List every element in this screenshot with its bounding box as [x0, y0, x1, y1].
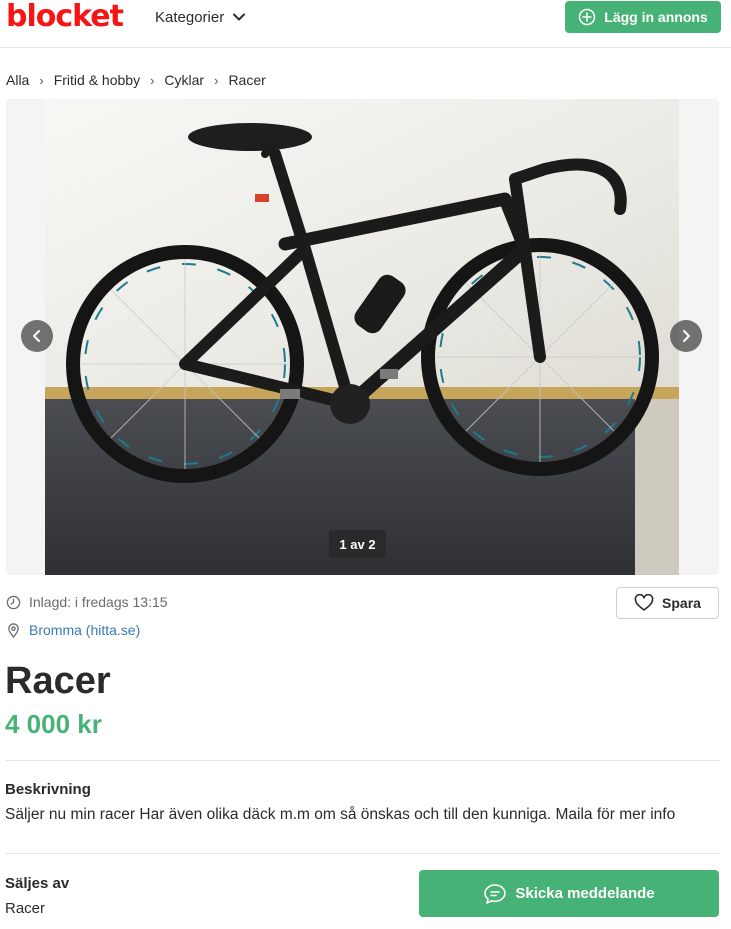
location-pin-icon — [8, 622, 19, 638]
location: Bromma (hitta.se) — [6, 622, 140, 638]
categories-label: Kategorier — [155, 8, 225, 26]
breadcrumb-item-cyklar[interactable]: Cyklar — [164, 72, 204, 88]
seller-heading: Säljes av — [5, 875, 70, 892]
save-label: Spara — [662, 595, 701, 611]
divider — [6, 760, 719, 761]
heart-icon — [634, 594, 654, 611]
chevron-right-icon: › — [214, 72, 219, 88]
previous-image-button[interactable] — [21, 320, 53, 352]
divider — [6, 853, 719, 854]
breadcrumb-item-racer[interactable]: Racer — [228, 72, 265, 88]
save-button[interactable]: Spara — [616, 587, 719, 619]
ad-price: 4 000 kr — [5, 709, 102, 739]
location-link[interactable]: Bromma (hitta.se) — [29, 622, 140, 638]
post-ad-label: Lägg in annons — [604, 9, 708, 25]
clock-icon — [6, 595, 21, 609]
chevron-right-icon: › — [150, 72, 155, 88]
breadcrumb-item-fritid-hobby[interactable]: Fritid & hobby — [54, 72, 140, 88]
seller-name: Racer — [5, 900, 46, 917]
top-header: blocket Kategorier Lägg in annons — [0, 0, 731, 48]
chevron-right-icon — [683, 330, 690, 342]
posted-date: Inlagd: i fredags 13:15 — [6, 594, 168, 610]
description-text: Säljer nu min racer Har även olika däck … — [5, 806, 676, 823]
blocket-logo[interactable]: blocket — [6, 0, 124, 34]
image-counter: 1 av 2 — [329, 530, 386, 558]
chevron-down-icon — [233, 13, 246, 21]
image-gallery: 1 av 2 — [6, 99, 719, 575]
send-message-label: Skicka meddelande — [515, 885, 655, 902]
description-heading: Beskrivning — [5, 781, 91, 798]
chevron-right-icon: › — [39, 72, 44, 88]
breadcrumb: Alla › Fritid & hobby › Cyklar › Racer — [6, 72, 266, 88]
send-message-button[interactable]: Skicka meddelande — [419, 870, 719, 917]
post-ad-button[interactable]: Lägg in annons — [565, 1, 721, 33]
chevron-left-icon — [33, 330, 40, 342]
plus-circle-icon — [579, 8, 596, 26]
ad-title: Racer — [5, 660, 111, 702]
posted-text: Inlagd: i fredags 13:15 — [29, 594, 168, 610]
bicycle-photo[interactable] — [45, 99, 679, 575]
chat-bubble-icon — [484, 883, 507, 904]
breadcrumb-item-alla[interactable]: Alla — [6, 72, 29, 88]
categories-menu[interactable]: Kategorier — [155, 7, 246, 27]
next-image-button[interactable] — [670, 320, 702, 352]
